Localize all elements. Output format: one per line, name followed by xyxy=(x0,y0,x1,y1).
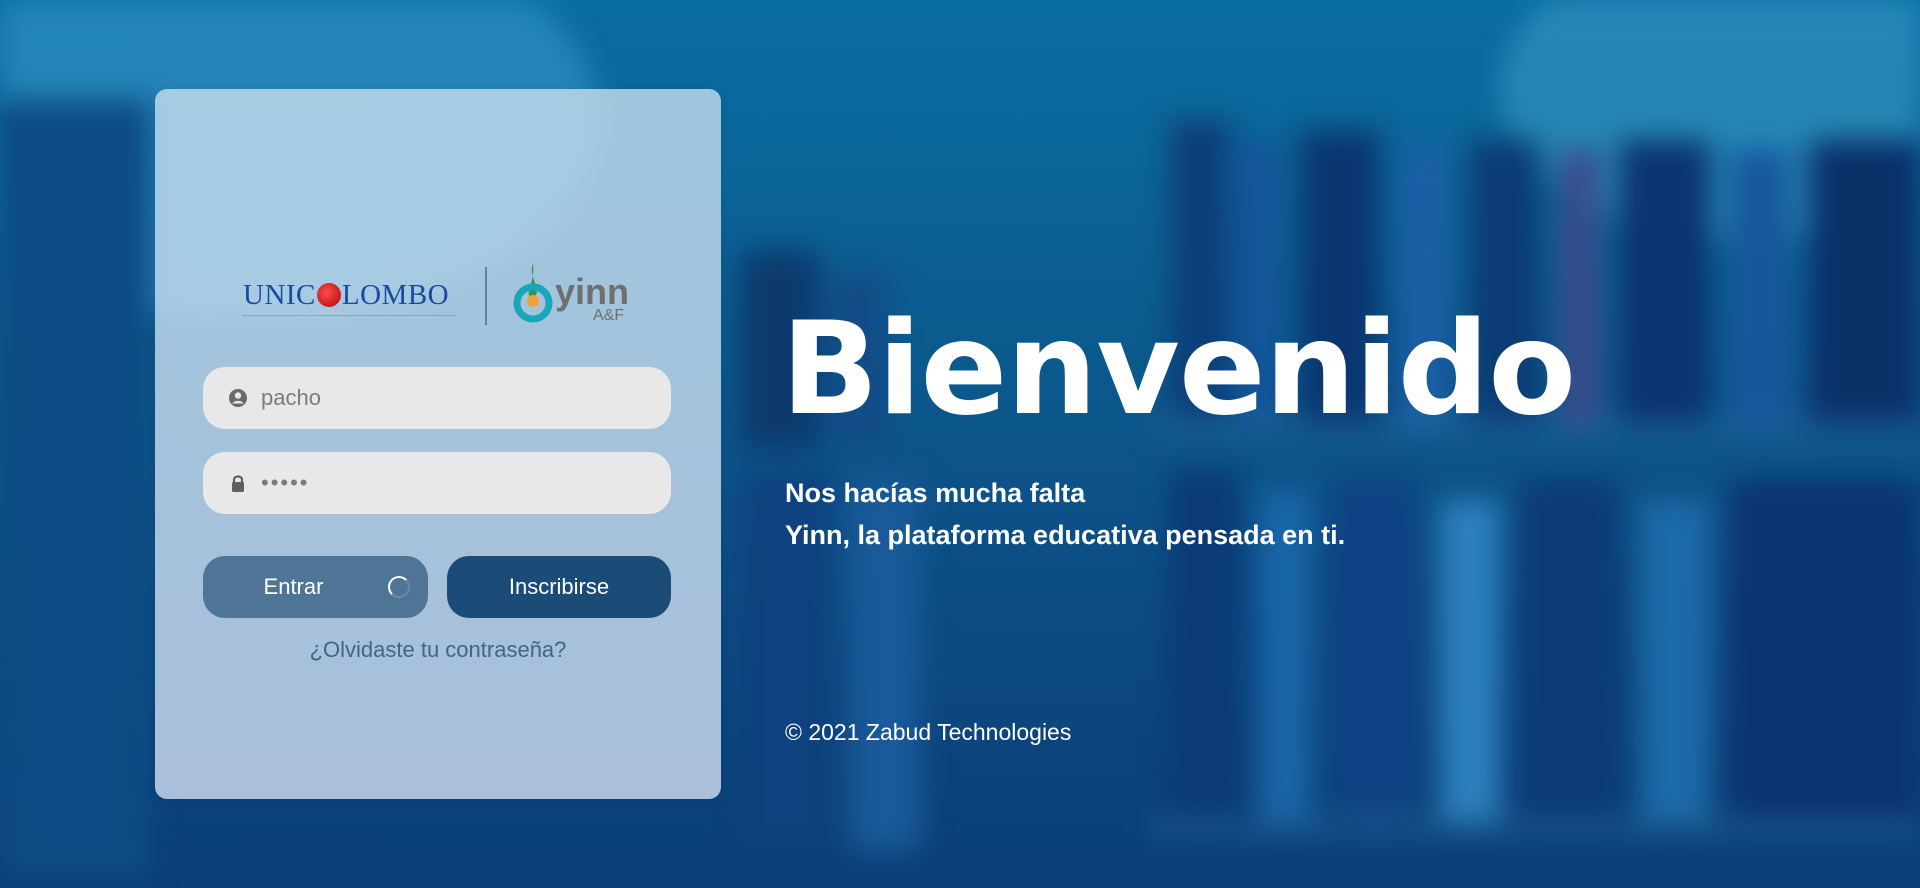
username-value: pacho xyxy=(261,385,321,410)
unicolombo-logo: UNIC LOMBO xyxy=(243,279,461,325)
enter-button[interactable]: Entrar xyxy=(203,556,428,618)
copyright-text: © 2021 Zabud Technologies xyxy=(785,719,1072,745)
login-card: UNIC LOMBO yinn A&F pacho ••••• Entrar I… xyxy=(155,89,721,799)
logo-divider xyxy=(485,267,487,325)
username-field[interactable]: pacho xyxy=(203,367,671,429)
signup-button-label: Inscribirse xyxy=(508,574,610,599)
forgot-password-link[interactable]: ¿Olvidaste tu contraseña? xyxy=(155,637,721,663)
lock-icon xyxy=(232,475,244,492)
logos: UNIC LOMBO yinn A&F xyxy=(243,261,633,335)
yinn-drop-icon xyxy=(513,263,553,323)
enter-button-label: Entrar xyxy=(263,574,324,599)
globe-icon xyxy=(316,283,341,307)
user-circle-icon xyxy=(229,389,247,407)
password-field[interactable]: ••••• xyxy=(203,452,671,514)
hero-line-2: Yinn, la plataforma educativa pensada en… xyxy=(785,520,1346,550)
signup-button[interactable]: Inscribirse xyxy=(447,556,671,618)
spinner-icon xyxy=(388,576,410,598)
hero: Bienvenido xyxy=(781,300,1576,440)
hero-title: Bienvenido xyxy=(781,295,1576,444)
yinn-logo: yinn A&F xyxy=(511,261,641,335)
hero-subtitle: Nos hacías mucha falta Yinn, la platafor… xyxy=(785,472,1345,556)
hero-line-1: Nos hacías mucha falta xyxy=(785,478,1086,508)
password-value: ••••• xyxy=(261,470,310,495)
